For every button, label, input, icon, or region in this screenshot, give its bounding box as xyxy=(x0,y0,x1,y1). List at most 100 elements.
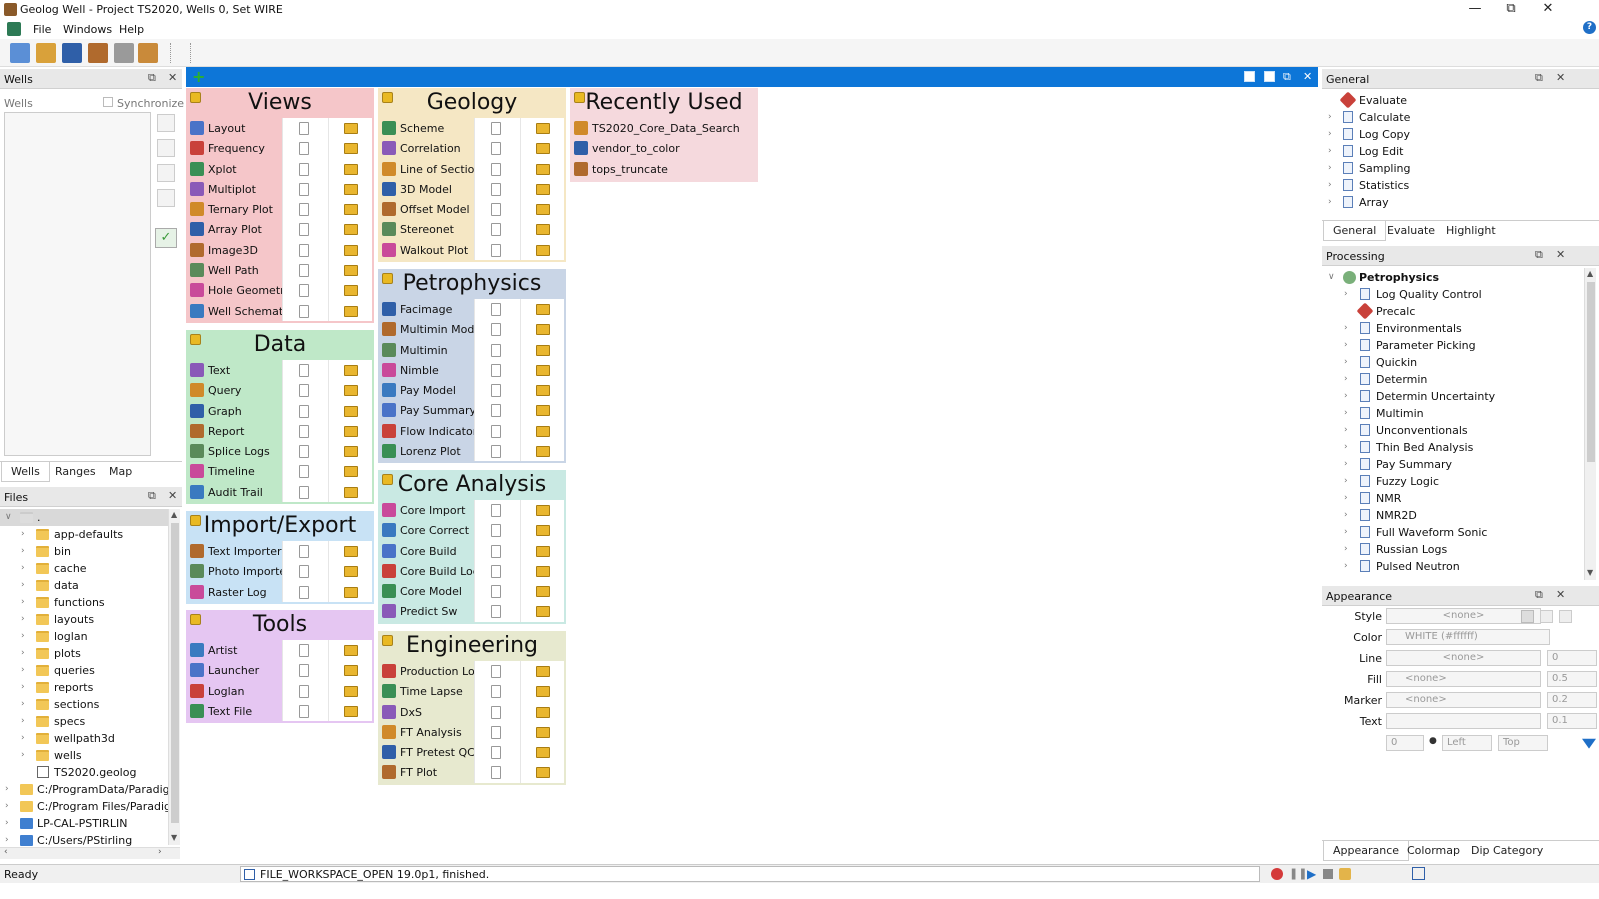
tab-colormap[interactable]: Colormap xyxy=(1398,841,1469,861)
open-folder-icon[interactable] xyxy=(344,566,358,578)
delete-style-icon[interactable] xyxy=(1540,610,1553,623)
open-folder-icon[interactable] xyxy=(536,565,550,577)
fill-opacity-input[interactable]: 0.5 xyxy=(1547,671,1597,687)
float-icon[interactable]: ⧉ xyxy=(1535,588,1543,602)
chevron-right-icon[interactable]: › xyxy=(21,716,25,726)
open-folder-icon[interactable] xyxy=(536,666,550,677)
open-folder-icon[interactable] xyxy=(536,747,550,759)
folder-row[interactable]: › wells xyxy=(0,747,168,764)
open-folder-icon[interactable] xyxy=(344,244,358,256)
new-document-icon[interactable] xyxy=(491,564,501,578)
add-style-icon[interactable] xyxy=(1521,610,1534,623)
chevron-right-icon[interactable]: › xyxy=(21,563,25,573)
tab-evaluate[interactable]: Evaluate xyxy=(1378,221,1444,241)
menu-windows[interactable]: Windows xyxy=(63,23,112,36)
launcher-item[interactable]: Nimble xyxy=(378,359,566,381)
layout-columns-icon[interactable] xyxy=(1244,71,1255,82)
chevron-right-icon[interactable]: › xyxy=(21,750,25,760)
well-action-icon[interactable] xyxy=(157,164,175,182)
open-folder-icon[interactable] xyxy=(344,446,358,458)
launcher-item[interactable]: Query xyxy=(186,380,374,401)
new-document-icon[interactable] xyxy=(491,424,501,438)
open-folder-icon[interactable] xyxy=(344,685,358,697)
filter-icon[interactable] xyxy=(1582,738,1596,749)
close-icon[interactable]: ✕ xyxy=(1556,71,1565,84)
launcher-icon[interactable] xyxy=(138,43,158,63)
processing-item[interactable]: › NMR xyxy=(1322,490,1584,507)
chevron-right-icon[interactable]: › xyxy=(1328,197,1332,207)
chevron-right-icon[interactable]: › xyxy=(1344,391,1348,401)
processing-item[interactable]: › Pay Summary xyxy=(1322,456,1584,473)
folder-row[interactable]: › functions xyxy=(0,594,168,611)
new-document-icon[interactable] xyxy=(299,264,309,278)
launcher-item[interactable]: Core Correct xyxy=(378,520,566,541)
new-document-icon[interactable] xyxy=(491,705,501,719)
root-row[interactable]: › C:/Program Files/Paradigm/ xyxy=(0,798,168,815)
chevron-right-icon[interactable]: › xyxy=(21,614,25,624)
record-icon[interactable] xyxy=(1271,868,1283,880)
launcher-item[interactable]: Multimin xyxy=(378,339,566,360)
menu-help[interactable]: Help xyxy=(119,23,144,36)
chevron-right-icon[interactable]: › xyxy=(21,648,25,658)
print-icon[interactable] xyxy=(88,43,108,63)
open-folder-icon[interactable] xyxy=(536,244,550,256)
chevron-right-icon[interactable]: › xyxy=(1344,493,1348,503)
restore-button[interactable]: ⧉ xyxy=(1493,0,1529,20)
close-icon[interactable]: ✕ xyxy=(168,489,177,502)
open-folder-icon[interactable] xyxy=(344,163,358,175)
launcher-item[interactable]: Timeline xyxy=(186,461,374,482)
play-icon[interactable]: ▶ xyxy=(1307,867,1316,881)
new-document-icon[interactable] xyxy=(491,323,501,337)
new-document-icon[interactable] xyxy=(491,504,501,517)
new-document-icon[interactable] xyxy=(299,304,309,318)
processing-item[interactable]: › Multimin xyxy=(1322,405,1584,422)
float-icon[interactable]: ⧉ xyxy=(148,489,156,503)
tab-wells[interactable]: Wells xyxy=(1,462,50,482)
new-document-icon[interactable] xyxy=(491,384,501,398)
launcher-item[interactable]: Xplot xyxy=(186,158,374,179)
new-document-icon[interactable] xyxy=(491,162,501,176)
new-document-icon[interactable] xyxy=(299,162,309,176)
processing-item[interactable]: › Log Quality Control xyxy=(1322,286,1584,303)
new-document-icon[interactable] xyxy=(491,343,501,357)
open-folder-icon[interactable] xyxy=(344,645,358,656)
new-document-icon[interactable] xyxy=(299,684,309,698)
chevron-right-icon[interactable]: › xyxy=(1344,561,1348,571)
well-action-icon[interactable] xyxy=(157,114,175,132)
close-icon[interactable]: ✕ xyxy=(1556,248,1565,261)
launcher-item[interactable]: Launcher xyxy=(186,660,374,681)
chevron-right-icon[interactable]: › xyxy=(1328,146,1332,156)
new-document-icon[interactable] xyxy=(299,704,309,718)
well-action-icon[interactable] xyxy=(157,139,175,157)
new-document-icon[interactable] xyxy=(491,303,501,316)
new-document-icon[interactable] xyxy=(299,284,309,298)
open-folder-icon[interactable] xyxy=(344,466,358,478)
tab-dip-category[interactable]: Dip Category xyxy=(1462,841,1552,861)
expand-icon[interactable] xyxy=(1412,867,1425,880)
open-folder-icon[interactable] xyxy=(344,665,358,677)
text-editor-icon[interactable] xyxy=(114,43,134,63)
marker-size-input[interactable]: 0.2 xyxy=(1547,692,1597,708)
open-folder-icon[interactable] xyxy=(536,405,550,417)
text-select[interactable] xyxy=(1386,713,1541,729)
files-h-scrollbar[interactable]: ‹ › xyxy=(0,847,180,859)
processing-item[interactable]: › Unconventionals xyxy=(1322,422,1584,439)
float-icon[interactable]: ⧉ xyxy=(1283,70,1291,84)
files-scrollbar[interactable]: ▲ ▼ xyxy=(168,509,180,845)
open-folder-icon[interactable] xyxy=(344,204,358,216)
new-document-icon[interactable] xyxy=(299,585,309,599)
folder-row[interactable]: › queries xyxy=(0,662,168,679)
new-document-icon[interactable] xyxy=(299,485,309,499)
launcher-item[interactable]: FT Pretest QC xyxy=(378,742,566,763)
root-row[interactable]: › LP-CAL-PSTIRLIN xyxy=(0,815,168,832)
general-item[interactable]: Evaluate xyxy=(1322,91,1599,109)
launcher-item[interactable]: Audit Trail xyxy=(186,481,374,503)
angle-input[interactable]: 0 xyxy=(1386,735,1424,751)
launcher-item[interactable]: Lorenz Plot xyxy=(378,441,566,462)
open-folder-icon[interactable] xyxy=(536,525,550,537)
launcher-item[interactable]: Well Path xyxy=(186,260,374,281)
open-folder-icon[interactable] xyxy=(344,123,358,134)
open-folder-icon[interactable] xyxy=(344,224,358,236)
launcher-item[interactable]: Splice Logs xyxy=(186,441,374,462)
chevron-right-icon[interactable]: › xyxy=(21,546,25,556)
